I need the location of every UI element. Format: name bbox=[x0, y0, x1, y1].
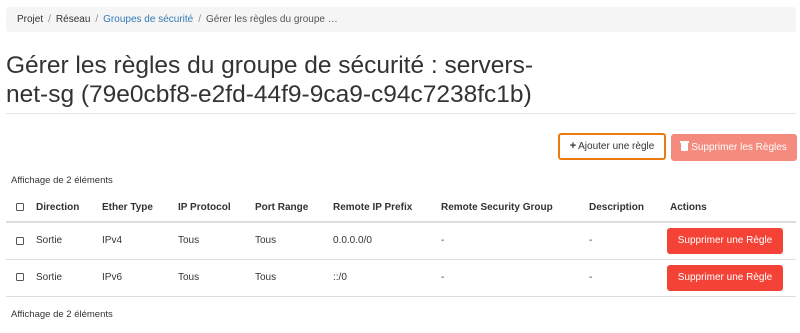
header-actions: Actions bbox=[670, 193, 796, 223]
delete-rules-label: Supprimer les Règles bbox=[691, 142, 787, 153]
row-checkbox[interactable] bbox=[16, 236, 24, 245]
add-rule-label: Ajouter une règle bbox=[578, 141, 655, 152]
breadcrumb-separator: / bbox=[48, 14, 51, 25]
cell-remote-security-group: - bbox=[441, 222, 589, 260]
cell-actions: Supprimer une Règle bbox=[667, 222, 796, 260]
breadcrumb-item-projet: Projet bbox=[17, 14, 44, 25]
cell-remote-ip-prefix: ::/0 bbox=[333, 259, 441, 297]
breadcrumb-separator: / bbox=[95, 14, 99, 25]
cell-ip-protocol: Tous bbox=[178, 222, 255, 260]
cell-direction: Sortie bbox=[36, 222, 102, 260]
breadcrumb-item-reseau: Réseau bbox=[55, 14, 91, 25]
plus-icon: + bbox=[569, 140, 577, 152]
trash-icon bbox=[680, 141, 690, 151]
select-all-checkbox[interactable] bbox=[16, 202, 24, 211]
table-row: Sortie IPv4 Tous Tous 0.0.0.0/0 - - Supp… bbox=[6, 222, 796, 260]
page-title-line-2: net-sg (79e0cbf8-e2fd-44f9-9ca9-c94c7238… bbox=[6, 81, 532, 108]
header-description[interactable]: Description bbox=[589, 193, 670, 223]
header-ip-protocol[interactable]: IP Protocol bbox=[178, 193, 255, 223]
cell-direction: Sortie bbox=[36, 259, 102, 297]
row-select-cell bbox=[6, 259, 36, 297]
breadcrumb-item-current: Gérer les règles du groupe … bbox=[206, 14, 338, 25]
title-divider bbox=[6, 113, 796, 114]
breadcrumb: Projet / Réseau / Groupes de sécurité / Gérer … bbox=[6, 7, 796, 32]
row-checkbox[interactable] bbox=[16, 273, 24, 282]
cell-remote-ip-prefix: 0.0.0.0/0 bbox=[333, 222, 441, 260]
cell-ip-protocol: Tous bbox=[178, 259, 255, 297]
page-title-line-1: Gérer les règles du groupe de sécurité :… bbox=[6, 52, 533, 79]
cell-port-range: Tous bbox=[255, 222, 333, 260]
cell-ether-type: IPv6 bbox=[102, 259, 178, 297]
breadcrumb-separator: / bbox=[198, 14, 201, 25]
header-remote-security-group[interactable]: Remote Security Group bbox=[441, 193, 589, 223]
breadcrumb-link-security-groups[interactable]: Groupes de sécurité bbox=[103, 14, 193, 25]
delete-rules-button[interactable]: Supprimer les Règles bbox=[671, 134, 797, 161]
cell-remote-security-group: - bbox=[441, 259, 589, 297]
delete-rule-button[interactable]: Supprimer une Règle bbox=[667, 264, 783, 291]
add-rule-button[interactable]: + Ajouter une règle bbox=[558, 133, 666, 160]
table-header-row: Direction Ether Type IP Protocol Port Ra… bbox=[6, 193, 796, 223]
page-title: Gérer les règles du groupe de sécurité :… bbox=[6, 51, 606, 109]
header-remote-ip-prefix[interactable]: Remote IP Prefix bbox=[333, 193, 441, 223]
header-direction[interactable]: Direction bbox=[36, 193, 102, 223]
select-all-cell bbox=[6, 193, 36, 223]
rules-table: Direction Ether Type IP Protocol Port Ra… bbox=[6, 193, 796, 297]
cell-ether-type: IPv4 bbox=[102, 222, 178, 260]
cell-description: - bbox=[589, 222, 670, 260]
header-port-range[interactable]: Port Range bbox=[255, 193, 333, 223]
item-count-top: Affichage de 2 éléments bbox=[11, 175, 113, 186]
row-select-cell bbox=[6, 222, 36, 260]
cell-description: - bbox=[589, 259, 670, 297]
item-count-bottom: Affichage de 2 éléments bbox=[11, 309, 113, 320]
header-ether-type[interactable]: Ether Type bbox=[102, 193, 178, 223]
table-row: Sortie IPv6 Tous Tous ::/0 - - Supprimer… bbox=[6, 259, 796, 297]
delete-rule-button[interactable]: Supprimer une Règle bbox=[667, 227, 783, 254]
cell-actions: Supprimer une Règle bbox=[667, 259, 796, 297]
cell-port-range: Tous bbox=[255, 259, 333, 297]
